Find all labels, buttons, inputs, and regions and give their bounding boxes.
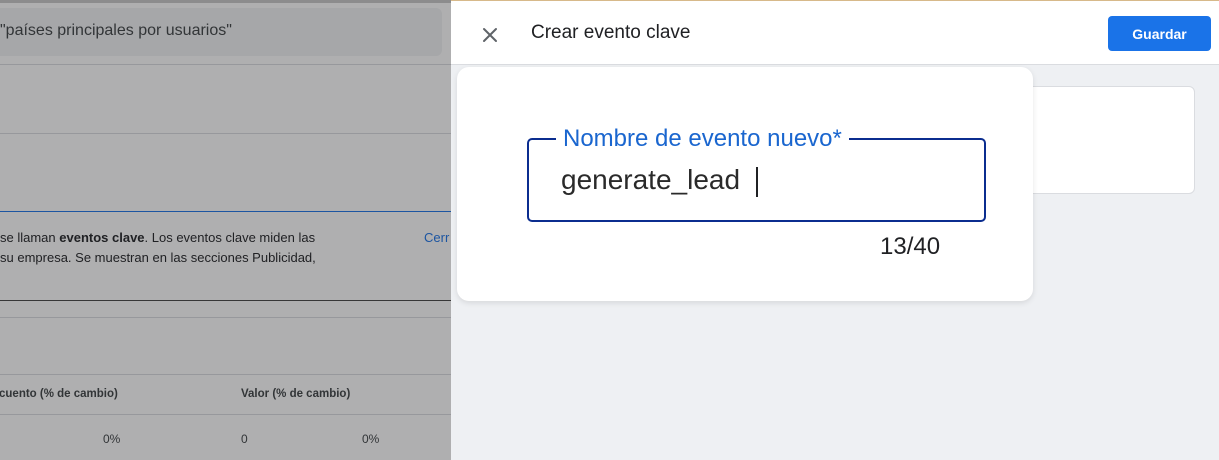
create-key-event-panel: Crear evento clave Guardar Nombre de eve… [451,0,1219,460]
event-name-field[interactable]: Nombre de evento nuevo* [527,125,986,222]
event-name-input[interactable] [561,164,961,196]
event-name-card-zoomed: Nombre de evento nuevo* 13/40 [457,67,1033,301]
panel-title: Crear evento clave [531,22,691,43]
panel-header: Crear evento clave Guardar [451,0,1219,65]
text-cursor [756,167,758,197]
close-icon[interactable] [475,20,505,50]
modal-scrim[interactable] [0,0,451,460]
character-counter: 13/40 [880,233,941,260]
save-button[interactable]: Guardar [1108,16,1211,51]
event-name-label: Nombre de evento nuevo* [556,125,849,153]
